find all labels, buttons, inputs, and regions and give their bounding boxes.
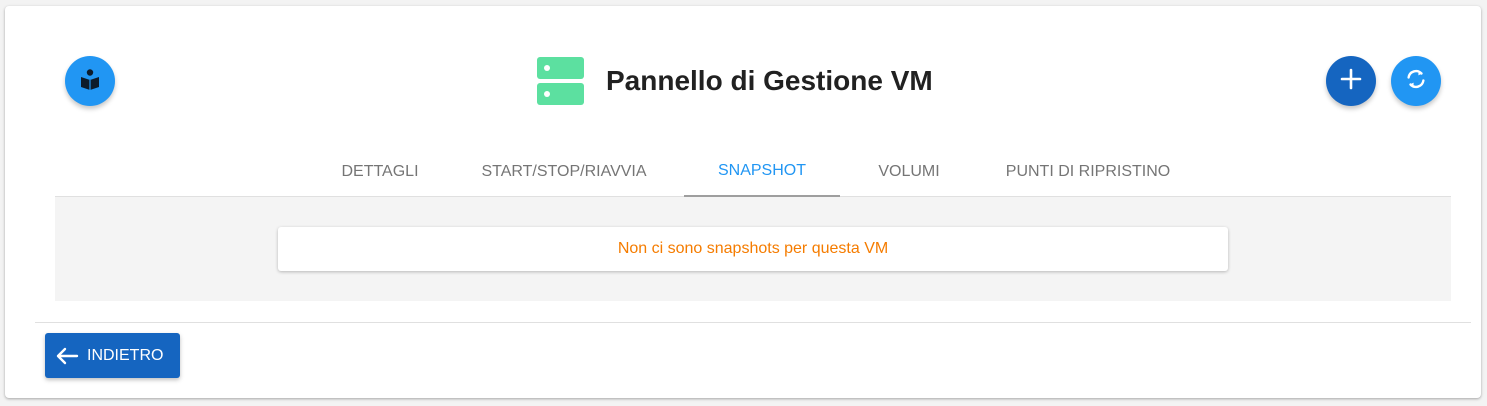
tab-punti-di-ripristino[interactable]: PUNTI DI RIPRISTINO	[983, 146, 1193, 197]
footer-divider	[35, 322, 1471, 323]
tab-dettagli[interactable]: DETTAGLI	[313, 146, 447, 197]
refresh-icon	[1404, 67, 1428, 96]
empty-snapshots-message: Non ci sono snapshots per questa VM	[278, 227, 1228, 271]
page-title: Pannello di Gestione VM	[606, 65, 933, 96]
tab-snapshot[interactable]: SNAPSHOT	[684, 146, 840, 197]
page-header: Pannello di Gestione VM	[537, 56, 933, 106]
plus-icon	[1340, 68, 1362, 95]
tab-bar: DETTAGLI START/STOP/RIAVVIA SNAPSHOT VOL…	[55, 146, 1451, 197]
snapshot-content: Non ci sono snapshots per questa VM	[55, 197, 1451, 301]
back-button[interactable]: INDIETRO	[45, 333, 180, 378]
empty-message-text: Non ci sono snapshots per questa VM	[617, 240, 889, 257]
server-icon	[537, 57, 584, 105]
vm-management-panel: Pannello di Gestione VM DETTAGLI START/S…	[5, 6, 1481, 398]
tab-volumi[interactable]: VOLUMI	[855, 146, 963, 197]
guide-button[interactable]	[65, 56, 115, 106]
add-button[interactable]	[1326, 56, 1376, 106]
refresh-button[interactable]	[1391, 56, 1441, 106]
arrow-left-icon	[55, 346, 79, 366]
book-reader-icon	[78, 67, 102, 96]
tab-start-stop-riavvia[interactable]: START/STOP/RIAVVIA	[464, 146, 664, 197]
back-button-label: INDIETRO	[87, 346, 164, 364]
